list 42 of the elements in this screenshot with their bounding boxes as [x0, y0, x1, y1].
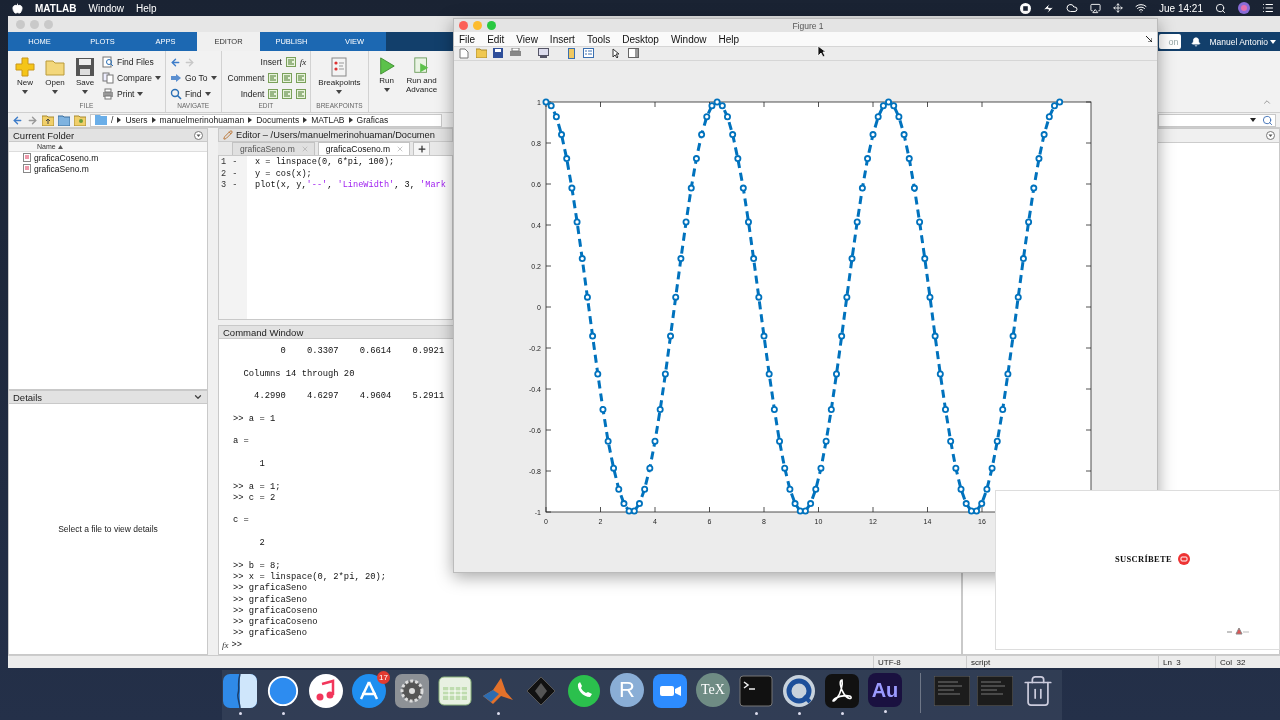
- status-text: UTF-8: [873, 656, 966, 668]
- command-line: 0 0.3307 0.6614 0.9921: [279, 346, 445, 358]
- command-line: >> x = linspace(0, 2*pi, 20);: [233, 571, 387, 583]
- status-text: Col 32: [1215, 656, 1280, 668]
- command-line: >> graficaSeno: [233, 594, 307, 606]
- command-line: >> b = 8;: [233, 560, 281, 572]
- toolstrip-label: Insert: [260, 57, 282, 67]
- command-line: 4.2990 4.6297 4.9604 5.2911: [253, 391, 445, 403]
- command-line: 2: [258, 538, 265, 550]
- subscribe-text: SUSCRÍBETE: [1115, 554, 1172, 564]
- code-line: y = cos(x);: [255, 168, 313, 180]
- status-text: Ln 3: [1158, 656, 1215, 668]
- command-line: a =: [233, 436, 249, 448]
- command-line: >> graficaSeno: [233, 583, 307, 595]
- editor-title: Editor – /Users/manuelmerinohuaman/Documen: [236, 130, 435, 140]
- command-line: >> graficaCoseno: [233, 617, 318, 628]
- command-line: >> graficaSeno: [233, 628, 307, 640]
- command-line: >> a = 1: [233, 413, 276, 426]
- command-line: >> a = 1;: [233, 481, 281, 493]
- panel-title: Details: [13, 391, 43, 403]
- command-line: Columns 14 through 20: [242, 368, 355, 380]
- status-text: script: [966, 656, 1158, 668]
- prompt: >>: [231, 639, 243, 651]
- code-line: plot(x, y,'--', 'LineWidth', 3, 'Mark: [255, 180, 446, 192]
- panel-title: Current Folder: [13, 129, 75, 141]
- line-marker: -: [232, 168, 238, 180]
- command-line: >> c = 2: [233, 492, 276, 505]
- notification-badge: 17: [377, 671, 390, 684]
- panel-title: Command Window: [223, 326, 304, 338]
- toolstrip-label: Comment: [227, 73, 265, 83]
- line-number: 3: [221, 180, 227, 192]
- command-line: 1: [258, 458, 265, 471]
- line-marker: -: [232, 157, 238, 169]
- details-message: Select a file to view details: [58, 524, 158, 534]
- command-line: >> graficaCoseno: [233, 605, 318, 617]
- window-title: Figure 1: [791, 20, 825, 31]
- toolstrip-label: Indent: [240, 89, 265, 99]
- line-number: 1: [221, 157, 227, 169]
- line-number: 2: [221, 168, 227, 180]
- line-marker: -: [232, 180, 238, 192]
- code-line: x = linspace(0, 6*pi, 100);: [255, 157, 396, 169]
- command-line: c =: [233, 515, 249, 527]
